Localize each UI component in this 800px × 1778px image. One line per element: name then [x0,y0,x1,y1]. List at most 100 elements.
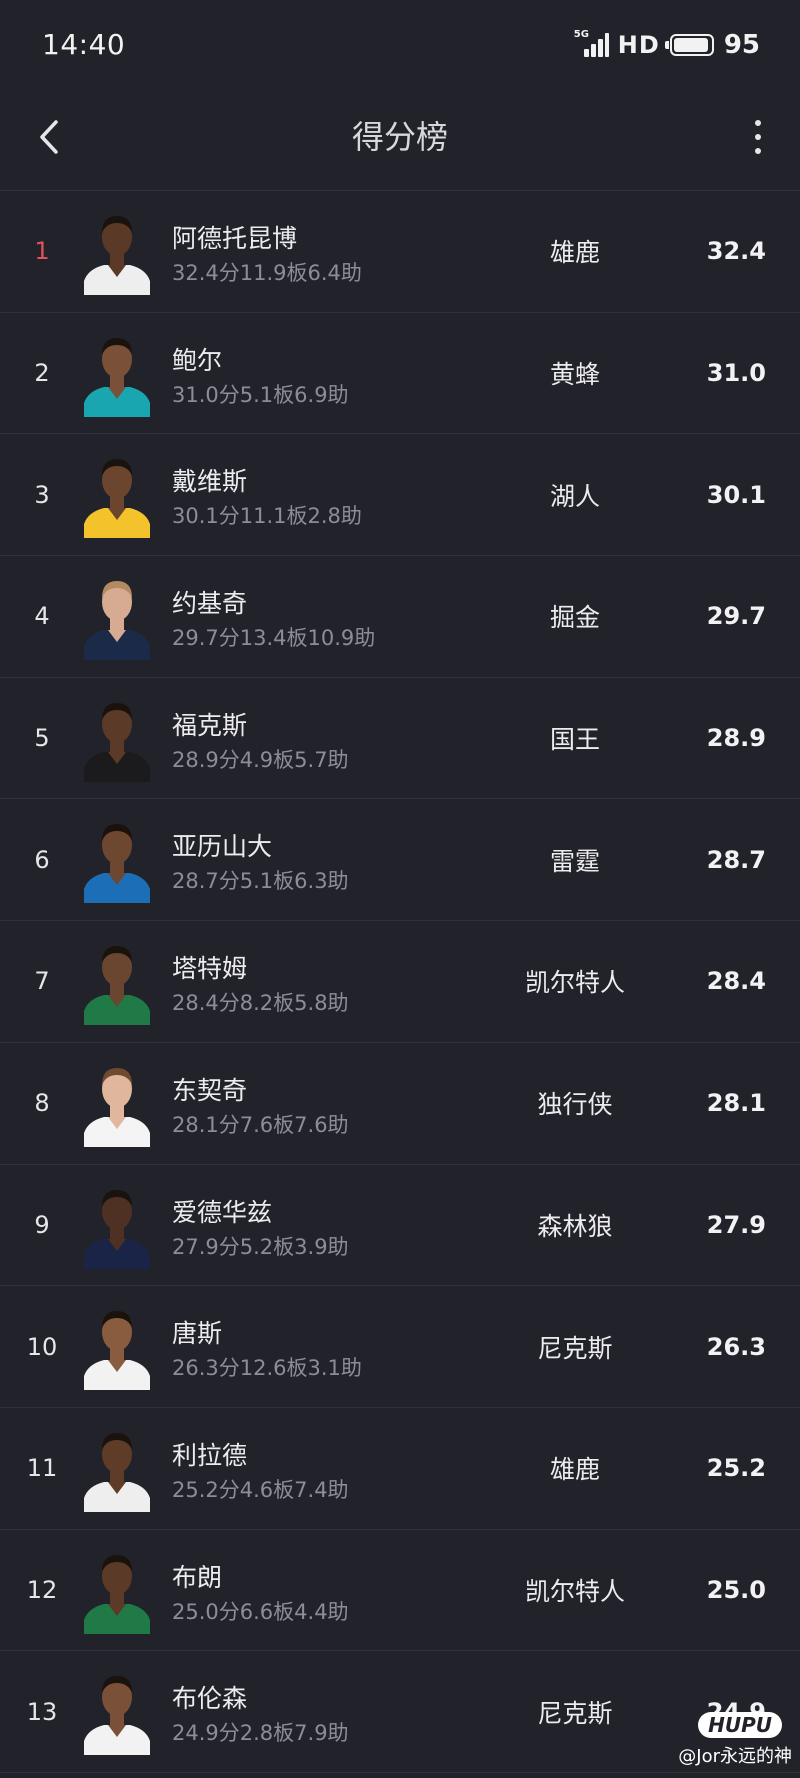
player-team: 湖人 [549,481,600,511]
player-row[interactable]: 6 亚历山大 28.7分5.1板6.3助 雷霆 28.7 [0,799,800,922]
player-avatar [84,572,150,661]
status-icons: 5G HD 95 [573,29,760,60]
player-stats: 32.4分11.9板6.4助 [172,261,362,285]
player-team: 雄鹿 [549,1455,600,1485]
points-value: 25.2 [706,1454,766,1483]
player-row[interactable]: 5 福克斯 28.9分4.9板5.7助 国王 28.9 [0,678,800,800]
watermark-text: @Jor永远的神 [678,1746,792,1767]
player-team: 独行侠 [537,1090,613,1120]
rank-number: 3 [34,480,50,509]
battery-percent: 95 [723,30,760,60]
points-value: 28.9 [706,724,766,753]
player-name: 塔特姆 [172,954,248,984]
rank-number: 2 [34,359,50,388]
battery-icon [664,34,714,56]
player-avatar [84,207,150,295]
rank-number: 6 [34,845,50,874]
scoring-leaderboard: 1 阿德托昆博 32.4分11.9板6.4助 雄鹿 32.4 2 鲍尔 31.0分5.1板6.… [0,190,800,1773]
player-row[interactable]: 10 唐斯 26.3分12.6板3.1助 尼克斯 26.3 [0,1286,800,1408]
rank-number: 10 [26,1332,58,1361]
points-value: 27.9 [706,1210,766,1239]
player-name: 唐斯 [172,1319,223,1349]
rank-number: 1 [34,237,50,266]
player-avatar [84,815,150,904]
player-row[interactable]: 3 戴维斯 30.1分11.1板2.8助 湖人 30.1 [0,434,800,557]
player-team: 国王 [549,725,600,755]
player-team: 黄蜂 [549,360,600,390]
player-stats: 30.1分11.1板2.8助 [172,504,362,529]
player-stats: 28.7分5.1板6.3助 [172,869,349,894]
player-team: 雄鹿 [549,238,600,268]
player-row[interactable]: 12 布朗 25.0分6.6板4.4助 凯尔特人 25.0 [0,1530,800,1652]
player-name: 鲍尔 [172,345,223,375]
network-type: 5G [573,29,589,40]
player-stats: 31.0分5.1板6.9助 [172,382,349,407]
player-name: 福克斯 [172,710,248,740]
player-stats: 28.9分4.9板5.7助 [172,747,349,772]
player-avatar [84,329,150,417]
player-team: 凯尔特人 [524,968,625,998]
points-value: 30.1 [706,480,766,509]
player-name: 布伦森 [172,1684,248,1714]
points-value: 26.3 [706,1332,766,1361]
player-team: 尼克斯 [537,1698,613,1728]
player-team: 雷霆 [549,846,600,876]
player-row[interactable]: 7 塔特姆 28.4分8.2板5.8助 凯尔特人 28.4 [0,921,800,1043]
signal-icon: 5G [573,29,609,59]
player-row[interactable]: 4 约基奇 29.7分13.4板10.9助 掘金 29.7 [0,556,800,678]
player-name: 东契奇 [172,1075,248,1105]
hd-indicator: HD [617,31,660,59]
rank-number: 8 [34,1089,50,1118]
player-row[interactable]: 1 阿德托昆博 32.4分11.9板6.4助 雄鹿 32.4 [0,191,800,313]
page-title: 得分榜 [351,118,448,156]
rank-number: 9 [34,1210,50,1239]
player-stats: 29.7分13.4板10.9助 [172,626,376,651]
player-name: 布朗 [172,1562,223,1592]
rank-number: 5 [34,724,50,753]
player-team: 尼克斯 [537,1333,613,1363]
player-name: 戴维斯 [172,467,248,497]
points-value: 28.7 [706,845,766,874]
player-avatar [84,1302,150,1391]
rank-number: 12 [26,1575,58,1604]
player-avatar [84,1546,150,1634]
player-name: 约基奇 [172,589,248,619]
player-team: 掘金 [549,603,600,633]
player-name: 爱德华兹 [172,1197,273,1227]
app-header: 得分榜 [0,90,800,190]
more-options-button[interactable] [736,110,780,164]
points-value: 32.4 [706,237,766,266]
player-stats: 24.9分2.8板7.9助 [172,1721,349,1746]
player-team: 凯尔特人 [524,1576,625,1606]
player-row[interactable]: 2 鲍尔 31.0分5.1板6.9助 黄蜂 31.0 [0,313,800,435]
player-row[interactable]: 8 东契奇 28.1分7.6板7.6助 独行侠 28.1 [0,1043,800,1165]
points-value: 25.0 [706,1575,766,1604]
player-avatar [84,1424,150,1512]
player-avatar [84,1181,150,1269]
player-name: 利拉德 [172,1440,248,1470]
points-value: 28.1 [706,1089,766,1118]
player-row[interactable]: 9 爱德华兹 27.9分5.2板3.9助 森林狼 27.9 [0,1165,800,1287]
rank-number: 4 [34,602,50,631]
player-stats: 27.9分5.2板3.9助 [172,1234,349,1259]
player-stats: 28.4分8.2板5.8助 [172,991,349,1016]
player-stats: 26.3分12.6板3.1助 [172,1356,362,1381]
points-value: 29.7 [706,602,766,631]
hupu-logo: HUPU [698,1712,782,1738]
player-team: 森林狼 [537,1211,613,1241]
watermark: HUPU @Jor永远的神 [678,1712,792,1768]
rank-number: 11 [26,1454,58,1483]
points-value: 28.4 [706,967,766,996]
rank-number: 7 [34,967,50,996]
player-name: 阿德托昆博 [172,224,298,253]
player-stats: 25.0分6.6板4.4助 [172,1599,349,1624]
player-name: 亚历山大 [172,832,273,862]
rank-number: 13 [26,1697,58,1726]
player-stats: 28.1分7.6板7.6助 [172,1112,349,1137]
player-avatar [84,694,150,782]
player-avatar [84,937,150,1026]
player-row[interactable]: 11 利拉德 25.2分4.6板7.4助 雄鹿 25.2 [0,1408,800,1530]
player-avatar [84,1059,150,1147]
status-bar: 14:40 5G HD 95 [0,0,800,90]
player-avatar [84,1667,150,1756]
